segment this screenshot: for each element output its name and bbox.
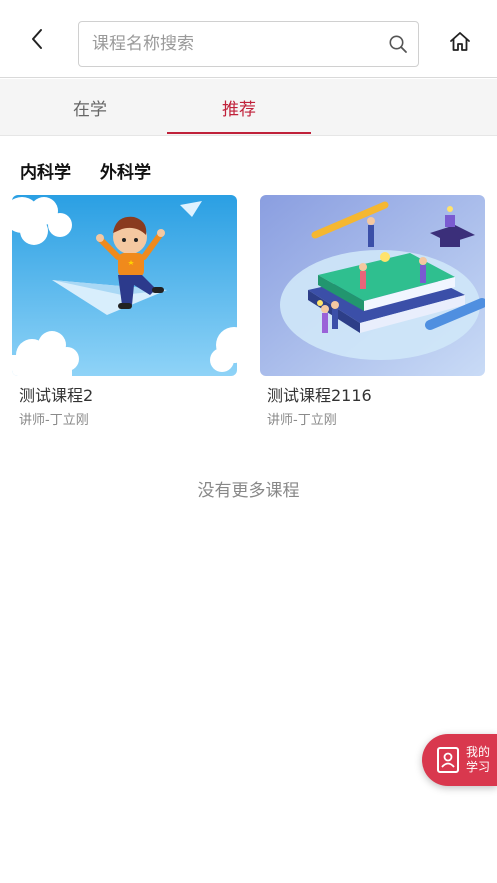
my-study-label-line2: 学习 [466, 760, 491, 774]
home-icon [450, 32, 470, 51]
no-more-courses-text: 没有更多课程 [197, 481, 300, 501]
course-card[interactable]: 测试课程2116 讲师-丁立刚 [260, 195, 485, 428]
active-tab-indicator [167, 132, 311, 134]
my-study-label: 我的 学习 [466, 745, 490, 775]
search-icon[interactable] [378, 22, 418, 66]
tab-recommended[interactable]: 推荐 [167, 79, 311, 135]
back-button[interactable] [22, 24, 52, 54]
course-title: 测试课程2 [19, 386, 94, 405]
search-box[interactable] [78, 21, 419, 67]
search-input[interactable] [92, 22, 378, 66]
course-thumbnail [260, 195, 485, 376]
course-thumbnail [12, 195, 237, 376]
course-teacher: 讲师-丁立刚 [19, 413, 89, 428]
course-title: 测试课程2116 [267, 386, 372, 405]
course-teacher: 讲师-丁立刚 [267, 413, 337, 428]
tab-studying[interactable]: 在学 [18, 79, 162, 135]
id-badge-icon [437, 747, 459, 773]
home-button[interactable] [444, 26, 476, 56]
my-study-button[interactable]: 我的 学习 [422, 734, 497, 786]
course-card[interactable]: 测试课程2 讲师-丁立刚 [12, 195, 237, 428]
category-internal-medicine[interactable]: 内科学 [20, 158, 71, 183]
my-study-label-line1: 我的 [466, 745, 491, 759]
tab-bar: 在学 推荐 [0, 79, 497, 136]
chevron-left-icon [32, 29, 42, 49]
category-filter: 内科学 外科学 [0, 152, 497, 188]
category-surgery[interactable]: 外科学 [100, 158, 151, 183]
top-bar [0, 0, 497, 78]
